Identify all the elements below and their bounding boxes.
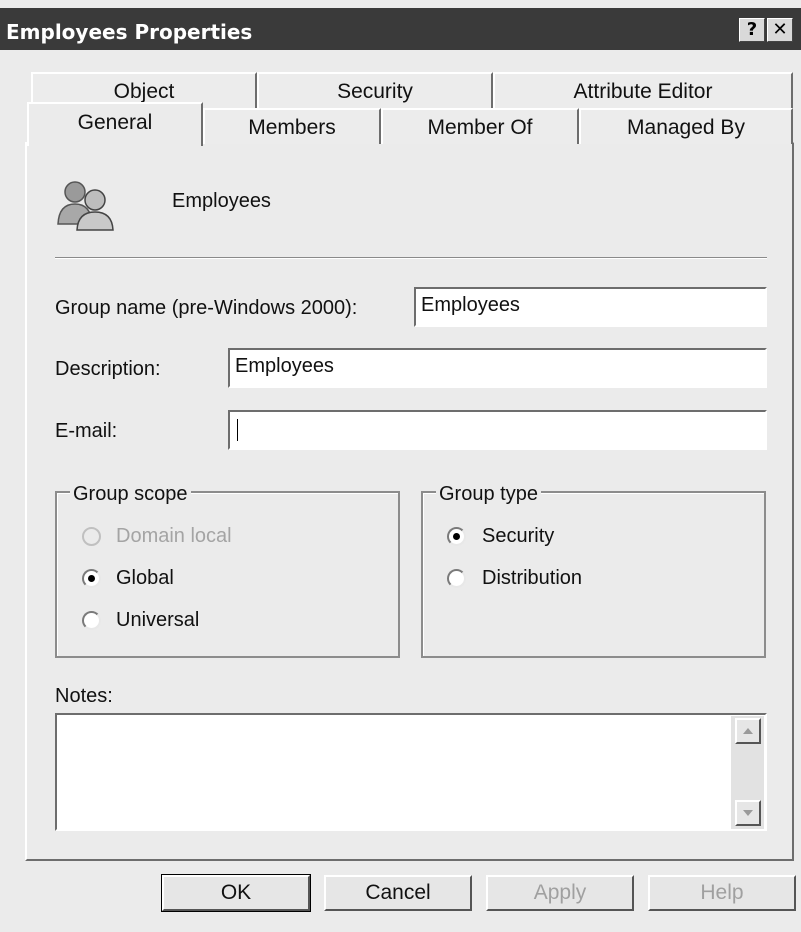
notes-textarea[interactable]: [55, 713, 767, 831]
tab-members[interactable]: Members: [203, 108, 381, 144]
radio-security[interactable]: [447, 527, 466, 546]
group-scope-legend: Group scope: [70, 483, 191, 506]
ok-button[interactable]: OK: [161, 874, 311, 912]
tab-attribute-editor[interactable]: Attribute Editor: [493, 72, 793, 108]
email-input[interactable]: [228, 410, 767, 450]
radio-global-label: Global: [116, 567, 174, 589]
help-title-button[interactable]: ?: [739, 18, 765, 42]
radio-domain-local[interactable]: [82, 527, 101, 546]
close-button[interactable]: ✕: [767, 18, 793, 42]
scroll-up-icon: [743, 728, 753, 734]
email-label: E-mail:: [55, 420, 118, 442]
tab-member-of[interactable]: Member Of: [381, 108, 579, 144]
separator: [55, 257, 767, 259]
radio-distribution[interactable]: [447, 569, 466, 588]
group-display-name: Employees: [172, 190, 271, 212]
tab-general[interactable]: General: [27, 102, 203, 146]
radio-universal-label: Universal: [116, 609, 200, 631]
notes-label: Notes:: [55, 685, 113, 707]
pre2000-name-input[interactable]: Employees: [414, 287, 767, 327]
tab-security[interactable]: Security: [257, 72, 493, 108]
description-label: Description:: [55, 358, 161, 380]
radio-security-label: Security: [482, 525, 555, 547]
scroll-up-button[interactable]: [735, 718, 761, 744]
apply-button[interactable]: Apply: [486, 875, 634, 911]
text-cursor: [237, 419, 238, 441]
radio-selected-dot: [88, 575, 95, 582]
group-users-icon: [55, 176, 119, 232]
help-button[interactable]: Help: [648, 875, 796, 911]
radio-selected-dot: [453, 533, 460, 540]
window-title: Employees Properties: [6, 20, 253, 44]
radio-distribution-label: Distribution: [482, 567, 583, 589]
group-scope-box: [55, 491, 400, 658]
group-type-legend: Group type: [436, 483, 541, 506]
group-type-box: [421, 491, 766, 658]
tab-managed-by[interactable]: Managed By: [579, 108, 793, 144]
description-input[interactable]: Employees: [228, 348, 767, 388]
scroll-down-button[interactable]: [735, 800, 761, 826]
radio-domain-local-label: Domain local: [116, 525, 232, 547]
radio-global[interactable]: [82, 569, 101, 588]
scroll-down-icon: [743, 810, 753, 816]
cancel-button[interactable]: Cancel: [324, 875, 472, 911]
pre2000-label: Group name (pre-Windows 2000):: [55, 297, 358, 319]
radio-universal[interactable]: [82, 611, 101, 630]
